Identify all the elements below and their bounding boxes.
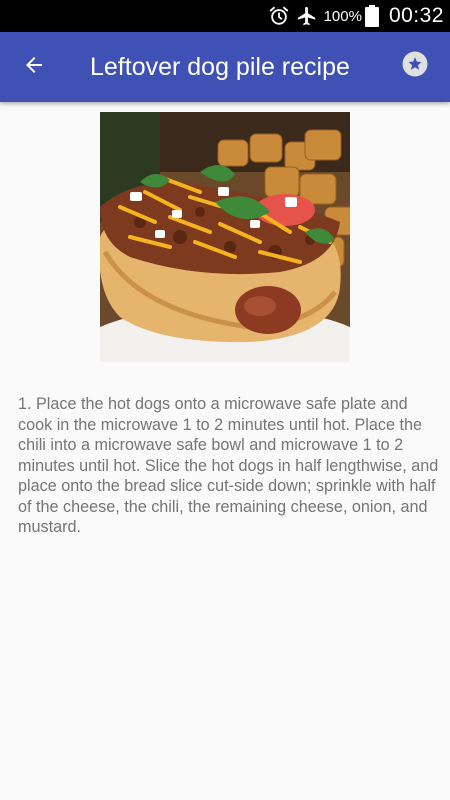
recipe-instructions: 1. Place the hot dogs onto a microwave s… <box>18 395 439 536</box>
back-button[interactable] <box>14 47 54 87</box>
airplane-icon <box>296 5 318 27</box>
star-icon <box>402 51 428 82</box>
recipe-image <box>100 112 350 362</box>
page-title: Leftover dog pile recipe <box>90 53 350 81</box>
alarm-icon <box>268 5 290 27</box>
status-time: 00:32 <box>388 4 444 27</box>
app-toolbar: Leftover dog pile recipe <box>0 32 450 102</box>
battery-icon <box>364 5 379 27</box>
favorite-button[interactable] <box>399 50 431 82</box>
battery-percent: 100% <box>323 7 362 25</box>
arrow-back-icon <box>22 53 46 82</box>
status-bar: 100% 00:32 <box>0 0 450 32</box>
